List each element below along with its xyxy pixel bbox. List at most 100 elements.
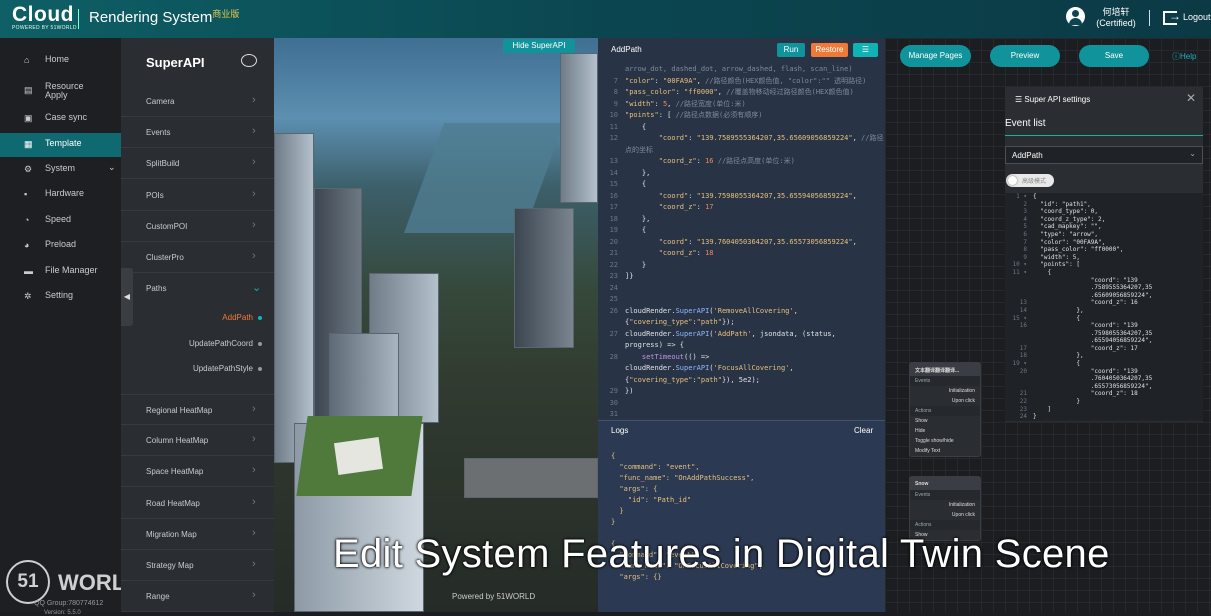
nav-item-home[interactable]: ⌂ Home — [0, 49, 121, 73]
api-item-strategy-map[interactable]: Strategy Map › — [121, 550, 274, 581]
save-button[interactable]: Save — [1079, 45, 1149, 67]
api-item-road-heatmap[interactable]: Road HeatMap › — [121, 488, 274, 519]
api-item-label: Events — [146, 128, 171, 137]
help-link[interactable]: ⓘHelp — [1172, 51, 1196, 62]
api-item-paths[interactable]: Paths ⌄ — [121, 273, 274, 304]
api-sub-addpath[interactable]: AddPath — [222, 313, 262, 322]
node-port[interactable]: Hide — [910, 426, 980, 436]
settings-json-editor[interactable]: 1 ▾{ 2 "id": "path1", 3 "coord_type": 0,… — [1005, 193, 1203, 421]
api-item-pois[interactable]: POIs › — [121, 180, 274, 211]
node-port[interactable]: Initialization — [910, 500, 980, 510]
api-sub-updatepathstyle[interactable]: UpdatePathStyle — [193, 364, 262, 373]
user-info[interactable]: 何培轩 (Certified) — [1096, 7, 1136, 29]
code-content[interactable]: arrow_dot, dashed_dot, arrow_dashed, fla… — [598, 64, 885, 421]
api-sub-label: AddPath — [222, 313, 253, 322]
nav-item-resource-apply[interactable]: ▤ Resource Apply — [0, 79, 121, 105]
run-button[interactable]: Run — [777, 43, 805, 57]
chevron-right-icon: › — [252, 156, 256, 168]
logo-subtext: POWERED BY 51WORLD — [12, 25, 77, 31]
nav-item-hardware[interactable]: ▪ Hardware — [0, 183, 121, 207]
superapi-panel: SuperAPI Camera › Events › SplitBuild › POI… — [121, 38, 274, 612]
home-icon: ⌂ — [24, 55, 30, 65]
system-icon: ⚙ — [24, 164, 33, 174]
clear-logs-button[interactable]: Clear — [854, 426, 873, 435]
nav-item-speed[interactable]: ◔ Speed — [0, 209, 121, 233]
api-item-label: ClusterPro — [146, 253, 184, 262]
menu-icon: ☰ — [1015, 95, 1025, 104]
logout-link[interactable]: Logout — [1183, 12, 1211, 22]
api-item-label: Road HeatMap — [146, 499, 200, 508]
watermark-circle: 51 — [6, 560, 50, 604]
preload-icon: ◕ — [24, 240, 30, 250]
nav-item-preload[interactable]: ◕ Preload — [0, 234, 121, 258]
divider — [1149, 10, 1150, 26]
node-port[interactable]: Upon click — [910, 510, 980, 520]
nav-item-setting[interactable]: ✲ Setting — [0, 285, 121, 309]
api-item-regional-heatmap[interactable]: Regional HeatMap › — [121, 394, 274, 425]
settings-title: Super API settings — [1024, 95, 1091, 104]
user-name: 何培轩 — [1102, 7, 1130, 17]
digital-twin-scene-view[interactable] — [274, 38, 598, 612]
node-section: Actions — [910, 520, 980, 530]
preview-button[interactable]: Preview — [990, 45, 1060, 67]
palette-icon[interactable] — [241, 54, 257, 67]
api-item-label: Range — [146, 592, 170, 601]
chevron-right-icon: › — [252, 403, 256, 415]
node-section: Events — [910, 376, 980, 386]
node-port[interactable]: Show — [910, 416, 980, 426]
brand-logo[interactable]: Cloud POWERED BY 51WORLD — [12, 4, 77, 31]
api-item-custompoi[interactable]: CustomPOI › — [121, 211, 274, 242]
building — [560, 53, 598, 203]
video-caption: Edit System Features in Digital Twin Sce… — [333, 532, 1110, 576]
settings-header: ☰ Super API settings — [1015, 95, 1090, 104]
api-item-column-heatmap[interactable]: Column HeatMap › — [121, 425, 274, 456]
chevron-down-icon: ⌄ — [252, 282, 262, 294]
node-port[interactable]: Modify Text — [910, 446, 980, 456]
user-avatar-icon[interactable] — [1066, 7, 1085, 26]
close-icon[interactable]: ✕ — [1186, 91, 1196, 105]
graph-node[interactable]: 文本翻译翻译翻译... Events Initialization Upon c… — [909, 362, 981, 457]
nav-label: Setting — [45, 290, 74, 300]
chevron-right-icon: › — [252, 496, 256, 508]
nav-label: Speed — [45, 214, 72, 224]
hide-superapi-button[interactable]: Hide SuperAPI — [503, 39, 575, 53]
nav-item-case-sync[interactable]: ▣ Case sync — [0, 107, 121, 131]
divider — [78, 9, 79, 29]
api-item-space-heatmap[interactable]: Space HeatMap › — [121, 456, 274, 487]
nav-item-system[interactable]: ⚙ System ⌄ — [0, 158, 121, 182]
chevron-down-icon: ⌄ — [108, 162, 116, 172]
api-sub-updatepathcoord[interactable]: UpdatePathCoord — [189, 339, 262, 348]
nav-item-template[interactable]: ▦ Template — [0, 133, 121, 157]
api-item-label: SplitBuild — [146, 159, 180, 168]
node-port[interactable]: Upon click — [910, 396, 980, 406]
format-button[interactable]: ☰ — [853, 43, 878, 57]
logs-panel: Logs Clear { "command": "event", "func_n… — [598, 420, 885, 612]
nav-item-file-manager[interactable]: ▬ File Manager — [0, 260, 121, 284]
logout-icon[interactable] — [1163, 9, 1181, 25]
manage-pages-button[interactable]: Manage Pages — [900, 45, 971, 67]
advanced-mode-toggle[interactable]: 高级模式 — [1006, 174, 1054, 187]
super-api-settings-panel: ☰ Super API settings ✕ Event list AddPat… — [1005, 87, 1203, 422]
main-nav: ⌂ Home ▤ Resource Apply ▣ Case sync ▦ Templa… — [0, 38, 121, 612]
node-port[interactable]: Initialization — [910, 386, 980, 396]
node-port[interactable]: Toggle show/hide — [910, 436, 980, 446]
api-item-label: POIs — [146, 191, 164, 200]
collapse-panel-toggle[interactable]: ◀ — [121, 268, 133, 326]
nav-label: Resource Apply — [45, 81, 84, 100]
event-select[interactable]: AddPath ⌄ — [1005, 146, 1203, 164]
api-item-camera[interactable]: Camera › — [121, 86, 274, 117]
powered-by: Powered by 51WORLD — [452, 592, 536, 601]
api-item-range[interactable]: Range › — [121, 581, 274, 612]
api-sub-label: UpdatePathCoord — [188, 339, 253, 348]
restore-button[interactable]: Restore — [811, 43, 848, 57]
api-item-splitbuild[interactable]: SplitBuild › — [121, 148, 274, 179]
chevron-right-icon: › — [252, 558, 256, 570]
api-item-label: Regional HeatMap — [146, 406, 213, 415]
api-item-clusterpro[interactable]: ClusterPro › — [121, 242, 274, 273]
api-item-label: Space HeatMap — [146, 467, 204, 476]
active-dot-icon — [258, 315, 262, 320]
edition-badge: 商业版 — [212, 9, 240, 19]
api-item-migration-map[interactable]: Migration Map › — [121, 519, 274, 550]
folder-icon: ▬ — [24, 266, 33, 276]
api-item-events[interactable]: Events › — [121, 117, 274, 148]
